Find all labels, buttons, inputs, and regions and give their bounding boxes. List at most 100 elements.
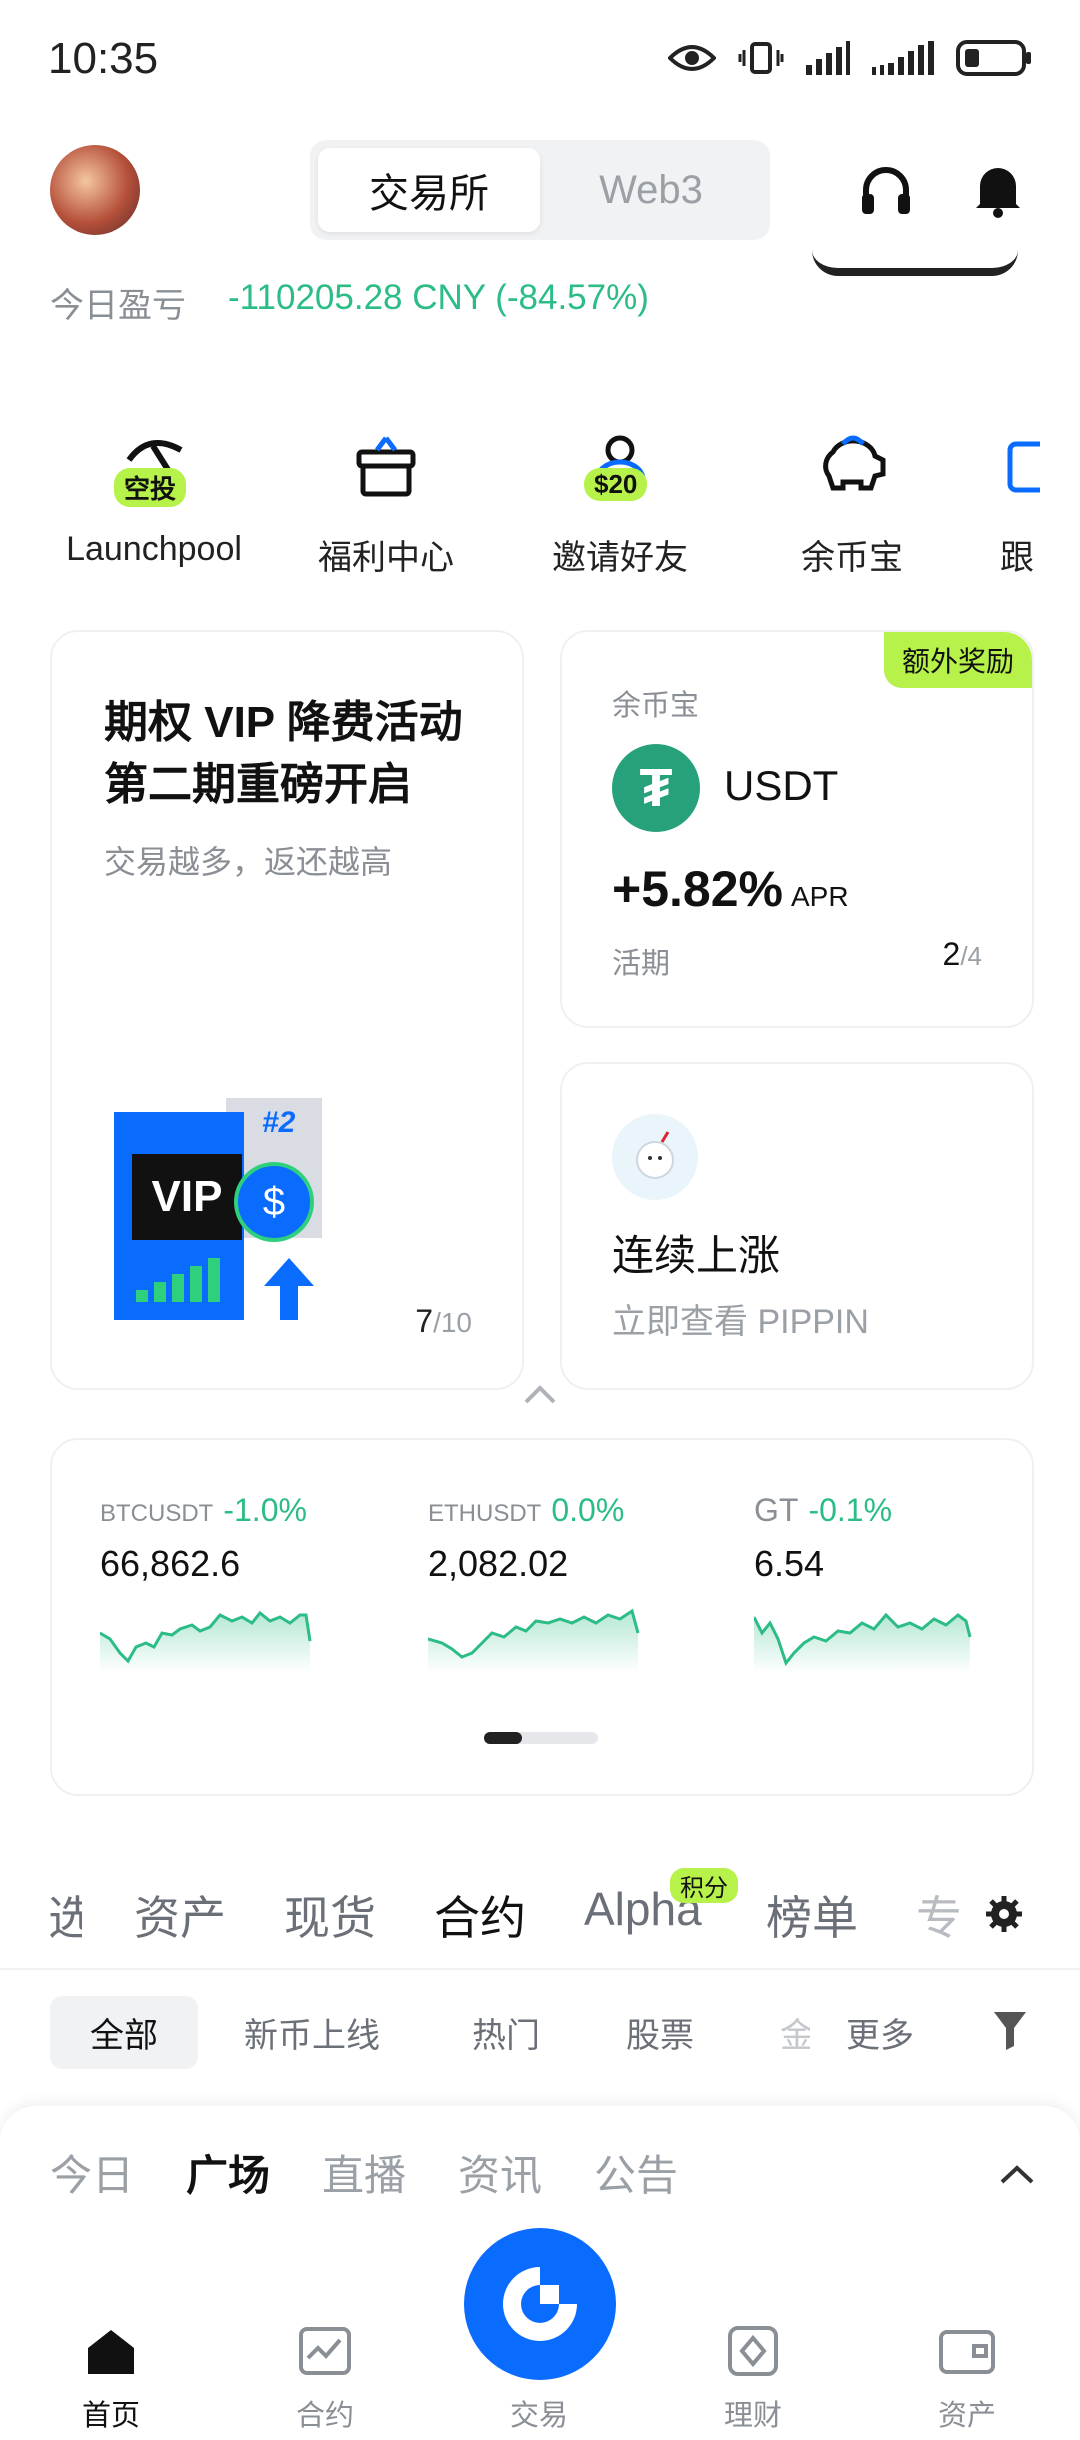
nav-label: 合约: [295, 2400, 354, 2432]
nav-label: 首页: [81, 2400, 140, 2432]
shortcut-label: 邀请好友: [552, 539, 688, 577]
shortcut-label: Launchpool: [66, 530, 242, 568]
pager-current: 2: [942, 936, 961, 972]
signal-2-icon: [872, 41, 934, 75]
nav-home[interactable]: 首页: [36, 2316, 186, 2434]
shortcut-launchpool[interactable]: 空投 Launchpool: [54, 410, 254, 569]
ticker-gt[interactable]: GT -0.1% 6.54: [754, 1492, 1014, 1673]
nav-label: 交易: [509, 2400, 568, 2432]
battery-icon: [956, 40, 1031, 76]
segment-web3[interactable]: Web3: [540, 148, 762, 232]
feed-tab-news[interactable]: 资讯: [458, 2142, 542, 2203]
nav-assets[interactable]: 资产: [892, 2316, 1042, 2434]
rise-card[interactable]: 连续上涨 立即查看 PIPPIN: [560, 1062, 1034, 1390]
dollar-icon: $: [234, 1162, 314, 1242]
ticker-eth[interactable]: ETHUSDT 0.0% 2,082.02: [428, 1492, 688, 1673]
ticker-price: 66,862.6: [100, 1543, 241, 1584]
finance-icon: [728, 2326, 778, 2376]
ticker-change: 0.0%: [551, 1492, 625, 1528]
subtab-new-listing[interactable]: 新币上线: [244, 2008, 380, 2057]
sparkline-gt: [754, 1612, 972, 1673]
eye-icon: [668, 45, 716, 71]
earn-term: 活期: [612, 948, 671, 980]
promo-pager: 7/10: [415, 1303, 472, 1340]
ticker-price: 2,082.02: [428, 1543, 569, 1584]
exchange-segment: 交易所 Web3: [310, 140, 770, 240]
nav-finance[interactable]: 理财: [678, 2316, 828, 2434]
carousel-indicator: [484, 1732, 598, 1744]
shortcut-savings[interactable]: 余币宝: [752, 410, 952, 579]
nav-label: 理财: [723, 2400, 782, 2432]
bell-icon[interactable]: [958, 150, 1038, 230]
tether-icon: ₮: [612, 744, 700, 832]
collapse-caret-icon[interactable]: [522, 1382, 558, 1406]
ticker-price: 6.54: [754, 1543, 825, 1584]
sparkline-eth: [428, 1608, 640, 1673]
earn-card[interactable]: 额外奖励 余币宝 ₮ USDT +5.82% APR 活期 2/4: [560, 630, 1034, 1028]
feed-tab-square[interactable]: 广场: [186, 2142, 270, 2203]
home-icon: [88, 2330, 134, 2374]
headset-icon[interactable]: [846, 150, 926, 230]
apr-number: +5.82%: [612, 861, 783, 917]
piggy-bank-icon: [823, 435, 886, 491]
shortcut-label: 余币宝: [801, 539, 903, 577]
reward-tag: $20: [584, 468, 648, 501]
pager-current: 7: [415, 1303, 434, 1339]
nav-futures[interactable]: 合约: [250, 2316, 400, 2434]
bars-icon: [136, 1258, 220, 1302]
ticker-symbol: ETHUSDT: [428, 1500, 542, 1527]
subtab-all[interactable]: 全部: [50, 1996, 198, 2069]
feed-tab-live[interactable]: 直播: [322, 2142, 406, 2203]
subtab-gold[interactable]: 金: [780, 2008, 810, 2057]
shortcut-copy[interactable]: 跟: [1000, 410, 1080, 579]
rank-badge: #2: [262, 1106, 296, 1139]
pager-total: /10: [433, 1307, 472, 1338]
promo-subtitle: 交易越多，返还越高: [104, 844, 393, 880]
pnl-value: -110205.28 CNY (-84.57%): [228, 278, 649, 317]
promo-card[interactable]: 期权 VIP 降费活动 第二期重磅开启 交易越多，返还越高 VIP #2 $ 7…: [50, 630, 524, 1390]
airdrop-tag: 空投: [114, 468, 187, 507]
chart-icon: [299, 2327, 351, 2375]
ticker-change: -1.0%: [223, 1492, 307, 1528]
arrow-up-icon: [264, 1258, 314, 1320]
feed-tab-announcements[interactable]: 公告: [594, 2142, 678, 2203]
pull-handle: [812, 250, 1018, 276]
gift-icon: [356, 436, 416, 497]
ticker-symbol: GT: [754, 1492, 799, 1528]
shortcut-invite[interactable]: $20 邀请好友: [520, 410, 720, 579]
sparkline-btc: [100, 1610, 312, 1673]
shortcut-welfare[interactable]: 福利中心: [286, 410, 486, 579]
subtab-stocks[interactable]: 股票: [626, 2008, 694, 2057]
apr-unit: APR: [790, 881, 849, 912]
apr-value: +5.82% APR: [612, 860, 849, 918]
clock: 10:35: [48, 34, 159, 83]
coin-name: USDT: [724, 762, 839, 809]
tab-ranking[interactable]: 榜单: [766, 1882, 858, 1948]
subtab-hot[interactable]: 热门: [472, 2008, 540, 2057]
nav-label: 资产: [937, 2400, 996, 2432]
expand-caret-icon[interactable]: [998, 2162, 1036, 2186]
tab-futures[interactable]: 合约: [434, 1882, 526, 1948]
tab-special[interactable]: 专: [916, 1882, 962, 1948]
avatar[interactable]: [50, 145, 140, 235]
subtab-more[interactable]: 更多: [846, 2008, 914, 2057]
ticker-card: BTCUSDT -1.0% 66,862.6 ETHUSDT 0.0% 2,082.…: [50, 1438, 1034, 1796]
pager-total: /4: [960, 941, 982, 971]
alpha-points-tag: 积分: [670, 1868, 738, 1903]
segment-exchange[interactable]: 交易所: [318, 148, 540, 232]
feed-tab-today[interactable]: 今日: [50, 2142, 134, 2203]
vibrate-icon: [738, 42, 784, 74]
pnl-label: 今日盈亏: [50, 287, 186, 325]
filter-icon[interactable]: [992, 2010, 1028, 2050]
ticker-btc[interactable]: BTCUSDT -1.0% 66,862.6: [100, 1492, 360, 1673]
tab-assets[interactable]: 资产: [134, 1882, 226, 1948]
tab-spot[interactable]: 现货: [284, 1882, 376, 1948]
rise-subtitle: 立即查看 PIPPIN: [612, 1303, 869, 1341]
market-subtabs: 全部 新币上线 热门 股票 金 更多: [0, 1992, 1080, 2072]
gear-icon[interactable]: [984, 1894, 1024, 1934]
vip-badge: VIP: [132, 1154, 242, 1240]
trade-fab-button[interactable]: [464, 2228, 616, 2380]
wallet-icon: [939, 2330, 995, 2374]
tab-favorites[interactable]: 选: [48, 1882, 82, 1948]
promo-title: 期权 VIP 降费活动 第二期重磅开启: [104, 698, 463, 809]
